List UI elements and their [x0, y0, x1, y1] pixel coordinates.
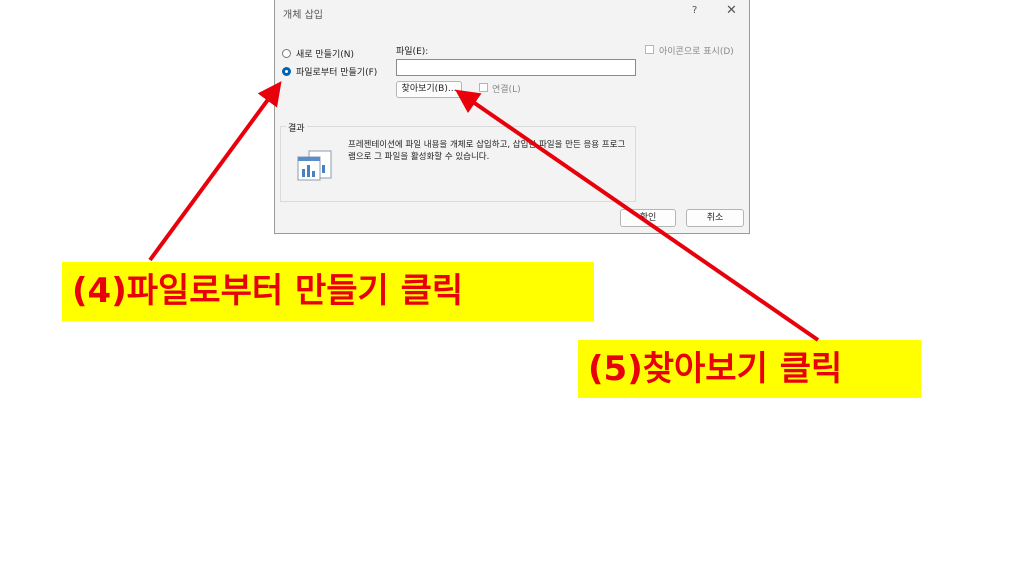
arrow-to-create-from-file	[148, 81, 282, 262]
arrow-to-browse-button	[455, 89, 820, 342]
annotation-arrows	[148, 81, 820, 342]
